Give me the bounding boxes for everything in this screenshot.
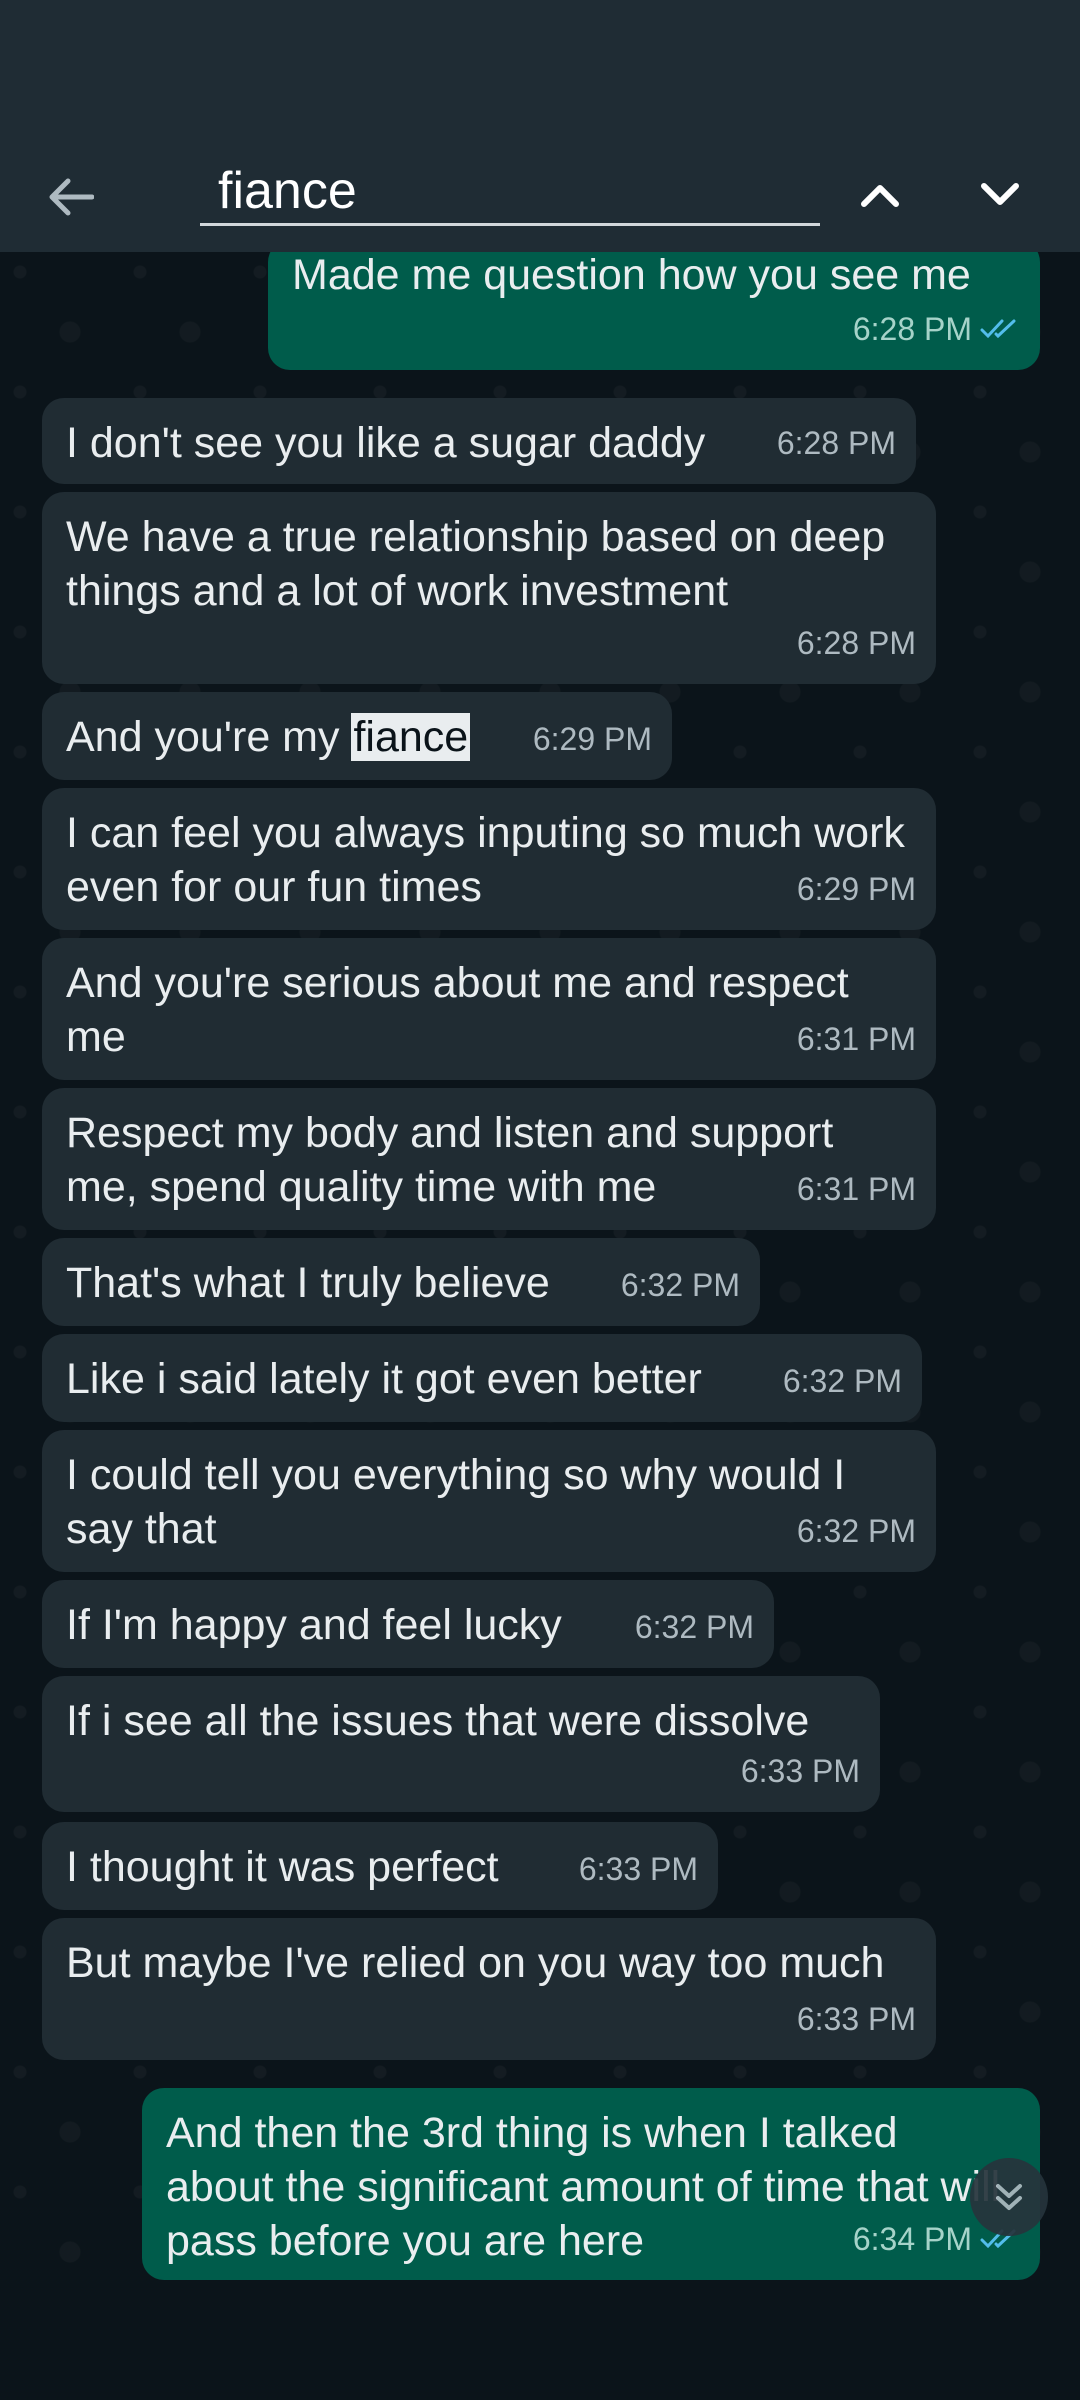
message-bubble-incoming[interactable]: And you're serious about me and respect … <box>42 938 936 1080</box>
message-text: And you're serious about me and respect … <box>66 959 849 1061</box>
search-input[interactable]: fiance <box>200 158 820 226</box>
message-text: I could tell you everything so why would… <box>66 1451 846 1553</box>
message-bubble-incoming[interactable]: I can feel you always inputing so much w… <box>42 788 936 930</box>
message-time: 6:31 PM <box>796 1021 916 1057</box>
message-text: If I'm happy and feel lucky <box>66 1601 562 1649</box>
message-text: But maybe I've relied on you way too muc… <box>66 1939 885 1987</box>
chat-area[interactable]: Made me question how you see me 6:28 PM … <box>0 252 1080 2282</box>
back-button[interactable] <box>36 172 106 222</box>
message-time: 6:29 PM <box>796 871 916 907</box>
message-text: I can feel you always inputing so much w… <box>66 809 905 911</box>
message-time: 6:33 PM <box>578 1851 698 1887</box>
message-text: Respect my body and listen and support m… <box>66 1109 834 1211</box>
status-bar <box>0 0 1080 140</box>
message-text: I don't see you like a sugar daddy <box>66 419 706 467</box>
message-time: 6:28 PM <box>796 625 916 661</box>
message-bubble-incoming[interactable]: Like i said lately it got even better 6:… <box>42 1334 922 1422</box>
message-bubble-incoming[interactable]: I don't see you like a sugar daddy 6:28 … <box>42 398 916 484</box>
search-highlight: fiance <box>351 713 471 761</box>
message-time: 6:32 PM <box>782 1363 902 1399</box>
message-bubble-outgoing[interactable]: Made me question how you see me 6:28 PM <box>268 252 1040 370</box>
message-bubble-incoming[interactable]: I thought it was perfect 6:33 PM <box>42 1822 718 1910</box>
double-chevron-down-icon <box>996 2184 1022 2210</box>
message-time: 6:33 PM <box>740 1753 860 1789</box>
bottom-bar <box>0 2282 1080 2400</box>
message-text: Made me question how you see me <box>292 252 971 299</box>
message-time: 6:33 PM <box>796 2001 916 2037</box>
message-time: 6:32 PM <box>620 1267 740 1303</box>
double-check-icon <box>980 319 1016 339</box>
message-bubble-outgoing[interactable]: And then the 3rd thing is when I talked … <box>142 2088 1040 2280</box>
message-bubble-incoming[interactable]: If I'm happy and feel lucky 6:32 PM <box>42 1580 774 1668</box>
message-text: That's what I truly believe <box>66 1259 550 1307</box>
message-text: We have a true relationship based on dee… <box>66 513 886 615</box>
message-text: And you're my <box>66 713 352 761</box>
search-bar: fiance <box>0 140 1080 252</box>
chevron-up-icon <box>861 185 899 207</box>
message-text: Like i said lately it got even better <box>66 1355 702 1403</box>
message-time: 6:29 PM <box>532 721 652 757</box>
arrow-left-icon <box>49 178 94 216</box>
message-bubble-incoming[interactable]: I could tell you everything so why would… <box>42 1430 936 1572</box>
previous-result-button[interactable] <box>850 170 910 220</box>
message-bubble-incoming[interactable]: And you're my fiance 6:29 PM <box>42 692 672 780</box>
message-time: 6:28 PM <box>776 425 896 461</box>
next-result-button[interactable] <box>970 170 1030 220</box>
message-text: If i see all the issues that were dissol… <box>66 1697 810 1745</box>
message-bubble-incoming[interactable]: Respect my body and listen and support m… <box>42 1088 936 1230</box>
message-bubble-incoming[interactable]: If i see all the issues that were dissol… <box>42 1676 880 1812</box>
message-bubble-incoming[interactable]: But maybe I've relied on you way too muc… <box>42 1918 936 2060</box>
message-text: I thought it was perfect <box>66 1843 499 1891</box>
chevron-down-icon <box>981 183 1019 205</box>
message-time: 6:32 PM <box>796 1513 916 1549</box>
time-label: 6:34 PM <box>852 2221 972 2257</box>
message-bubble-incoming[interactable]: That's what I truly believe 6:32 PM <box>42 1238 760 1326</box>
message-time: 6:31 PM <box>796 1171 916 1207</box>
message-time: 6:28 PM <box>853 302 1020 356</box>
scroll-to-bottom-button[interactable] <box>970 2158 1048 2236</box>
time-label: 6:28 PM <box>852 311 972 347</box>
message-bubble-incoming[interactable]: We have a true relationship based on dee… <box>42 492 936 684</box>
message-time: 6:32 PM <box>634 1609 754 1645</box>
